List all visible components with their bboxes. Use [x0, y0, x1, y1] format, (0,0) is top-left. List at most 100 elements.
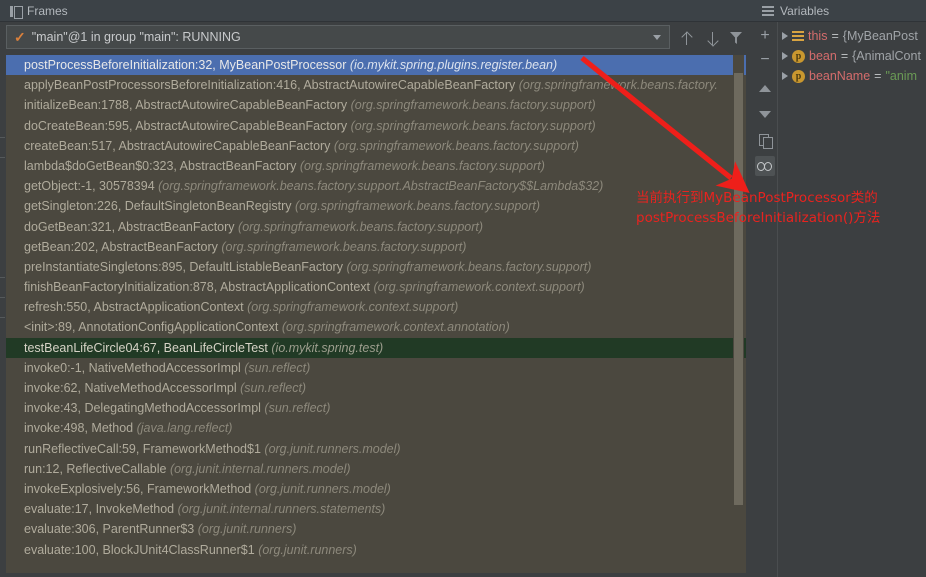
stack-frame-method: refresh:550, AbstractApplicationContext: [24, 300, 244, 314]
arrow-down-icon: [708, 32, 717, 45]
variable-equals: =: [831, 26, 838, 46]
stack-frame-package: (org.springframework.beans.factory.suppo…: [238, 220, 483, 234]
stack-frame-row[interactable]: invoke:498, Method (java.lang.reflect): [6, 418, 746, 438]
stack-frame-method: invoke:62, NativeMethodAccessorImpl: [24, 381, 237, 395]
stack-frame-package: (org.springframework.beans.factory.suppo…: [351, 119, 596, 133]
stack-frame-package: (org.springframework.beans.factory.suppo…: [351, 98, 596, 112]
stack-frame-row[interactable]: postProcessBeforeInitialization:32, MyBe…: [6, 55, 746, 75]
stack-frame-row[interactable]: invokeExplosively:56, FrameworkMethod (o…: [6, 479, 746, 499]
annotation-line-2: postProcessBeforeInitialization()方法: [636, 208, 926, 228]
stack-frame-row[interactable]: getBean:202, AbstractBeanFactory (org.sp…: [6, 237, 746, 257]
stack-frame-method: createBean:517, AbstractAutowireCapableB…: [24, 139, 330, 153]
stack-frame-method: getBean:202, AbstractBeanFactory: [24, 240, 218, 254]
stack-frame-row[interactable]: getObject:-1, 30578394 (org.springframew…: [6, 176, 746, 196]
variables-pane: + − this={MyBeanPostpbean={AnimalContpbe…: [752, 22, 926, 577]
stack-frame-row[interactable]: run:12, ReflectiveCallable (org.junit.in…: [6, 459, 746, 479]
stack-frame-package: (org.springframework.beans.factory.suppo…: [221, 240, 466, 254]
copy-value-button[interactable]: [755, 130, 775, 150]
object-badge-icon: [792, 31, 804, 42]
stack-frame-row[interactable]: evaluate:306, ParentRunner$3 (org.junit.…: [6, 519, 746, 539]
stack-frame-method: doGetBean:321, AbstractBeanFactory: [24, 220, 235, 234]
variables-toolbar: + −: [752, 22, 778, 577]
variables-list[interactable]: this={MyBeanPostpbean={AnimalContpbeanNa…: [780, 26, 926, 86]
variable-equals: =: [841, 46, 848, 66]
stack-frame-package: (org.springframework.beans.factory.suppo…: [158, 179, 603, 193]
stack-frame-package: (sun.reflect): [240, 381, 306, 395]
stack-frame-row[interactable]: evaluate:100, BlockJUnit4ClassRunner$1 (…: [6, 540, 746, 560]
chevron-down-icon[interactable]: [653, 35, 661, 40]
move-up-button[interactable]: [755, 78, 775, 98]
watches-toggle-button[interactable]: [755, 156, 775, 176]
stack-frame-row[interactable]: lambda$doGetBean$0:323, AbstractBeanFact…: [6, 156, 746, 176]
tab-frames-label: Frames: [27, 0, 68, 22]
stack-frame-method: <init>:89, AnnotationConfigApplicationCo…: [24, 320, 278, 334]
stack-frame-method: lambda$doGetBean$0:323, AbstractBeanFact…: [24, 159, 296, 173]
tab-frames[interactable]: Frames: [0, 0, 78, 22]
stack-frame-method: invoke:43, DelegatingMethodAccessorImpl: [24, 401, 261, 415]
stack-frame-package: (org.springframework.context.support): [374, 280, 585, 294]
stack-frame-row[interactable]: preInstantiateSingletons:895, DefaultLis…: [6, 257, 746, 277]
plus-icon: +: [760, 28, 769, 44]
frames-filter-button[interactable]: [726, 28, 746, 48]
stack-frame-row[interactable]: <init>:89, AnnotationConfigApplicationCo…: [6, 317, 746, 337]
stack-frame-package: (org.junit.runners): [258, 543, 357, 557]
stack-frame-row[interactable]: doGetBean:321, AbstractBeanFactory (org.…: [6, 217, 746, 237]
stack-frame-package: (java.lang.reflect): [137, 421, 233, 435]
stack-frame-method: evaluate:17, InvokeMethod: [24, 502, 174, 516]
parameter-badge-icon: p: [792, 50, 805, 63]
variable-row[interactable]: this={MyBeanPost: [780, 26, 926, 46]
stack-frame-row[interactable]: invoke:62, NativeMethodAccessorImpl (sun…: [6, 378, 746, 398]
stack-frame-method: evaluate:306, ParentRunner$3: [24, 522, 194, 536]
stack-frame-method: initializeBean:1788, AbstractAutowireCap…: [24, 98, 347, 112]
frames-up-button[interactable]: [676, 28, 696, 48]
stack-frame-row[interactable]: refresh:550, AbstractApplicationContext …: [6, 297, 746, 317]
stack-frame-package: (org.junit.runners.model): [264, 442, 400, 456]
parameter-badge-icon: p: [792, 70, 805, 83]
stack-frame-method: applyBeanPostProcessorsBeforeInitializat…: [24, 78, 515, 92]
stack-frame-package: (org.junit.runners): [198, 522, 297, 536]
expand-caret-icon[interactable]: [782, 32, 788, 40]
variable-value: {MyBeanPost: [843, 26, 918, 46]
tab-variables-label: Variables: [780, 0, 829, 22]
variable-row[interactable]: pbeanName="anim: [780, 66, 926, 86]
stack-frame-method: run:12, ReflectiveCallable: [24, 462, 166, 476]
triangle-up-icon: [759, 85, 771, 92]
stack-frame-method: postProcessBeforeInitialization:32, MyBe…: [24, 58, 346, 72]
add-watch-button[interactable]: +: [755, 26, 775, 46]
stack-frame-row[interactable]: applyBeanPostProcessorsBeforeInitializat…: [6, 75, 746, 95]
expand-caret-icon[interactable]: [782, 72, 788, 80]
stack-frame-list[interactable]: postProcessBeforeInitialization:32, MyBe…: [6, 55, 746, 575]
stack-frame-row[interactable]: runReflectiveCall:59, FrameworkMethod$1 …: [6, 439, 746, 459]
stack-frame-method: finishBeanFactoryInitialization:878, Abs…: [24, 280, 370, 294]
stack-frame-row[interactable]: initializeBean:1788, AbstractAutowireCap…: [6, 95, 746, 115]
stack-frame-row[interactable]: finishBeanFactoryInitialization:878, Abs…: [6, 277, 746, 297]
remove-watch-button[interactable]: −: [755, 50, 775, 70]
stack-frame-method: preInstantiateSingletons:895, DefaultLis…: [24, 260, 343, 274]
stack-frame-row[interactable]: evaluate:17, InvokeMethod (org.junit.int…: [6, 499, 746, 519]
stack-frame-row[interactable]: getSingleton:226, DefaultSingletonBeanRe…: [6, 196, 746, 216]
stack-frame-package: (org.junit.runners.model): [255, 482, 391, 496]
stack-frame-row[interactable]: doCreateBean:595, AbstractAutowireCapabl…: [6, 116, 746, 136]
stack-frame-method: evaluate:100, BlockJUnit4ClassRunner$1: [24, 543, 255, 557]
expand-caret-icon[interactable]: [782, 52, 788, 60]
stack-list-scroll-thumb[interactable]: [734, 73, 743, 505]
frames-down-button[interactable]: [702, 28, 722, 48]
panel-tab-strip: Frames Variables: [0, 0, 926, 22]
minus-icon: −: [760, 52, 769, 68]
stack-list-scrollbar[interactable]: [733, 55, 744, 575]
frames-bottom-edge: [0, 573, 752, 577]
stack-frame-package: (io.mykit.spring.test): [271, 341, 383, 355]
stack-frame-row[interactable]: createBean:517, AbstractAutowireCapableB…: [6, 136, 746, 156]
stack-frame-row[interactable]: invoke:43, DelegatingMethodAccessorImpl …: [6, 398, 746, 418]
variable-row[interactable]: pbean={AnimalCont: [780, 46, 926, 66]
stack-frame-row[interactable]: testBeanLifeCircle04:67, BeanLifeCircleT…: [6, 338, 746, 358]
thread-selector[interactable]: ✓ "main"@1 in group "main": RUNNING: [6, 25, 670, 49]
move-down-button[interactable]: [755, 104, 775, 124]
stack-frame-method: getObject:-1, 30578394: [24, 179, 155, 193]
stack-frame-package: (org.springframework.beans.factory.suppo…: [300, 159, 545, 173]
stack-frame-method: doCreateBean:595, AbstractAutowireCapabl…: [24, 119, 347, 133]
stack-frame-row[interactable]: invoke0:-1, NativeMethodAccessorImpl (su…: [6, 358, 746, 378]
stack-frame-package: (io.mykit.spring.plugins.register.bean): [350, 58, 557, 72]
annotation-text: 当前执行到MyBeanPostProcessor类的 postProcessBe…: [636, 188, 926, 228]
tab-variables[interactable]: Variables: [752, 0, 839, 22]
